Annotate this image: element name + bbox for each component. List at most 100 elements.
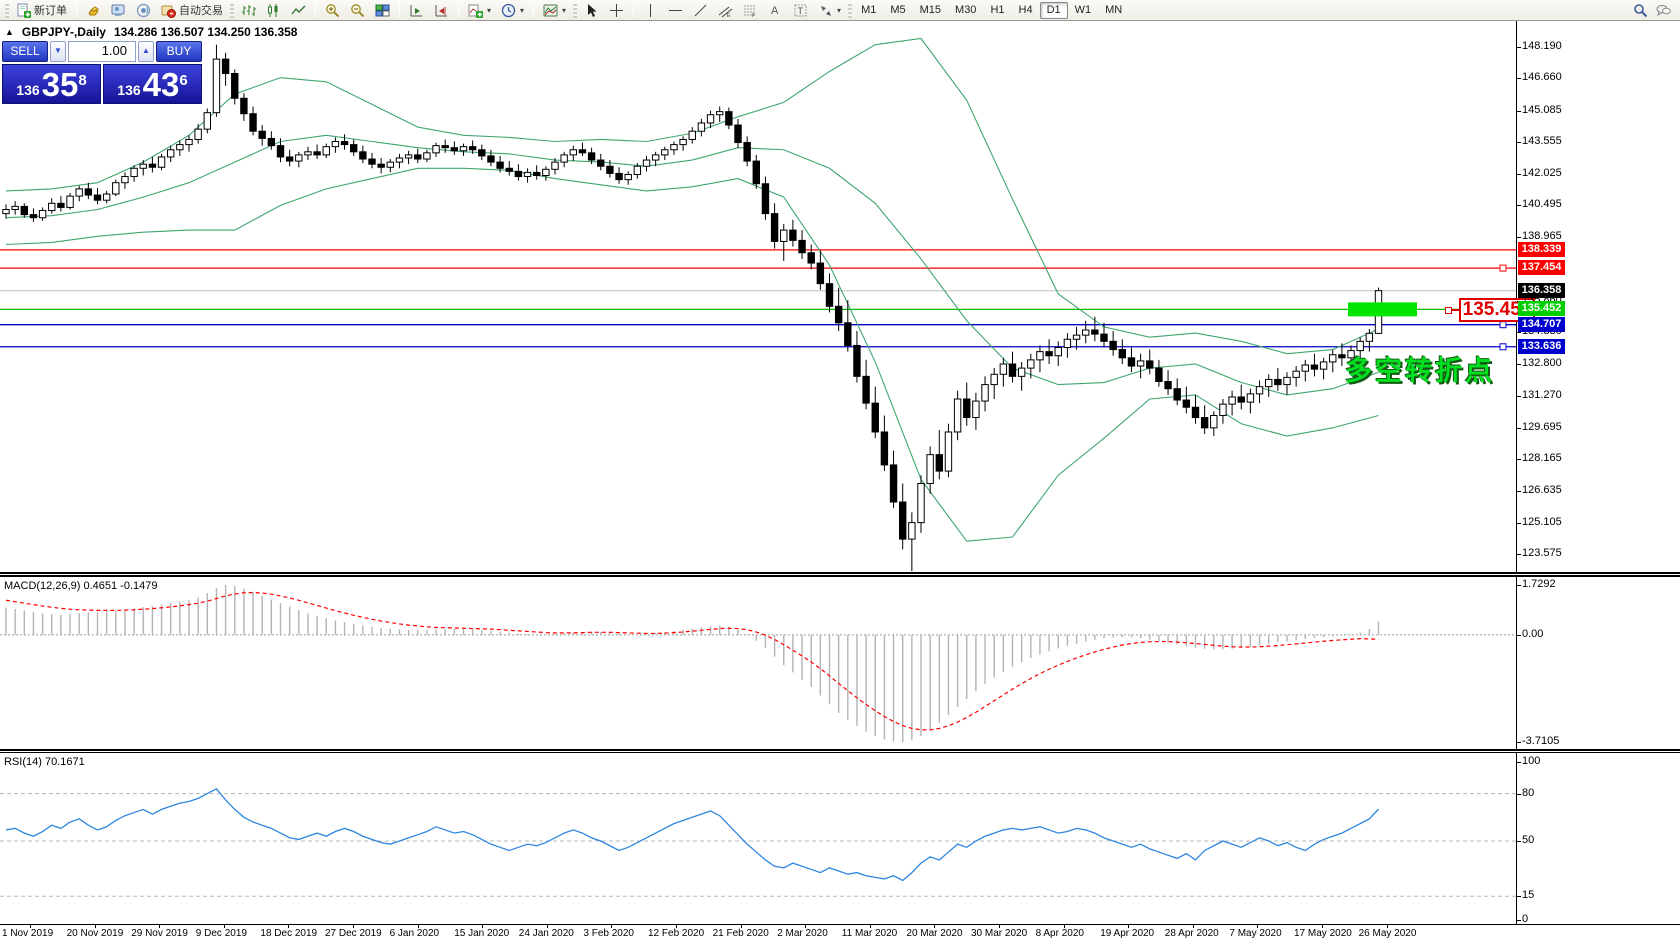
date-tick bbox=[1193, 925, 1194, 928]
date-tick bbox=[611, 925, 612, 928]
rsi-canvas[interactable] bbox=[0, 753, 1517, 924]
date-label: 6 Jan 2020 bbox=[390, 928, 440, 939]
date-tick bbox=[741, 925, 742, 928]
date-label: 12 Feb 2020 bbox=[648, 928, 704, 939]
date-label: 7 May 2020 bbox=[1229, 928, 1281, 939]
timeframe-button-mn[interactable]: MN bbox=[1098, 2, 1129, 19]
zoom-in-button[interactable] bbox=[320, 1, 345, 19]
timeframe-bar: M1M5M15M30H1H4D1W1MN bbox=[854, 2, 1129, 19]
macd-axis-label: 1.7292 bbox=[1522, 578, 1556, 590]
separator bbox=[399, 3, 400, 18]
market-watch-button[interactable] bbox=[81, 1, 106, 19]
sell-price-pip: 8 bbox=[78, 62, 86, 100]
templates-button[interactable]: ▾ bbox=[538, 1, 571, 19]
date-label: 20 Mar 2020 bbox=[906, 928, 962, 939]
trendline-button[interactable] bbox=[688, 1, 713, 19]
buy-price-big: 43 bbox=[143, 70, 180, 100]
tile-windows-button[interactable] bbox=[370, 1, 395, 19]
toolbar-grip[interactable] bbox=[5, 3, 9, 18]
vertical-line-button[interactable] bbox=[638, 1, 663, 19]
dropdown-caret: ▾ bbox=[837, 6, 841, 15]
timeframe-button-m1[interactable]: M1 bbox=[854, 2, 883, 19]
bar-chart-button[interactable] bbox=[236, 1, 261, 19]
price-chart-canvas[interactable] bbox=[0, 21, 1517, 572]
rsi-label: RSI(14) 70.1671 bbox=[4, 756, 85, 768]
fibonacci-button[interactable]: F bbox=[738, 1, 763, 19]
svg-text:T: T bbox=[798, 6, 804, 16]
fibonacci-icon: F bbox=[743, 3, 758, 18]
candlestick-button[interactable] bbox=[261, 1, 286, 19]
crosshair-button[interactable] bbox=[604, 1, 629, 19]
price-badge: 134.707 bbox=[1518, 317, 1565, 332]
date-axis[interactable]: 1 Nov 201920 Nov 201929 Nov 20199 Dec 20… bbox=[0, 924, 1680, 941]
date-tick bbox=[95, 925, 96, 928]
arrow-objects-icon bbox=[818, 3, 833, 18]
dropdown-caret: ▾ bbox=[487, 6, 491, 15]
toolbar-grip[interactable] bbox=[848, 3, 852, 18]
rsi-axis-label: 80 bbox=[1522, 787, 1534, 799]
timeframe-button-m30[interactable]: M30 bbox=[948, 2, 983, 19]
rsi-axis-label: 50 bbox=[1522, 834, 1534, 846]
search-icon[interactable] bbox=[1633, 3, 1648, 18]
date-tick bbox=[224, 925, 225, 928]
svg-text:E: E bbox=[727, 13, 731, 18]
date-tick bbox=[159, 925, 160, 928]
arrows-button[interactable]: ▾ bbox=[813, 1, 846, 19]
svg-text:A: A bbox=[771, 5, 779, 17]
price-tick-label: 126.635 bbox=[1522, 484, 1562, 496]
volume-increase-button[interactable]: ▲ bbox=[138, 41, 154, 62]
timeframe-button-m15[interactable]: M15 bbox=[913, 2, 948, 19]
sell-button[interactable]: SELL bbox=[2, 41, 48, 62]
auto-scroll-icon bbox=[409, 3, 424, 18]
bar-chart-icon bbox=[241, 3, 256, 18]
zoom-out-button[interactable] bbox=[345, 1, 370, 19]
volume-decrease-button[interactable]: ▼ bbox=[50, 41, 66, 62]
price-tick-label: 142.025 bbox=[1522, 167, 1562, 179]
timeframe-button-d1[interactable]: D1 bbox=[1040, 2, 1068, 19]
timeframe-button-w1[interactable]: W1 bbox=[1068, 2, 1099, 19]
buy-price-quote[interactable]: 136 43 6 bbox=[103, 64, 202, 104]
new-order-button[interactable]: 新订单 bbox=[11, 1, 72, 19]
chart-shift-button[interactable] bbox=[429, 1, 454, 19]
date-label: 2 Mar 2020 bbox=[777, 928, 828, 939]
rsi-panel: RSI(14) 70.1671 1008050150 bbox=[0, 753, 1680, 924]
line-chart-icon bbox=[291, 3, 306, 18]
macd-canvas[interactable] bbox=[0, 577, 1517, 749]
volume-input[interactable]: 1.00 bbox=[68, 41, 136, 62]
timeframe-button-h1[interactable]: H1 bbox=[983, 2, 1011, 19]
buy-button[interactable]: BUY bbox=[156, 41, 202, 62]
macd-panel: MACD(12,26,9) 0.4651 -0.1479 1.72920.00-… bbox=[0, 577, 1680, 749]
buy-price-pip: 6 bbox=[179, 62, 187, 100]
date-label: 21 Feb 2020 bbox=[713, 928, 769, 939]
periods-button[interactable]: ▾ bbox=[496, 1, 529, 19]
terminal-button[interactable] bbox=[106, 1, 131, 19]
auto-trading-icon bbox=[161, 3, 176, 18]
line-chart-button[interactable] bbox=[286, 1, 311, 19]
horizontal-line-button[interactable] bbox=[663, 1, 688, 19]
chat-icon[interactable] bbox=[1656, 3, 1671, 18]
toolbar-grip[interactable] bbox=[573, 3, 577, 18]
date-tick bbox=[1064, 925, 1065, 928]
date-tick bbox=[288, 925, 289, 928]
sell-price-quote[interactable]: 136 35 8 bbox=[2, 64, 101, 104]
auto-trading-button[interactable]: 自动交易 bbox=[156, 1, 228, 19]
cursor-button[interactable] bbox=[579, 1, 604, 19]
buy-price-prefix: 136 bbox=[117, 80, 140, 100]
text-label-button[interactable]: T bbox=[788, 1, 813, 19]
date-tick bbox=[1387, 925, 1388, 928]
tile-windows-icon bbox=[375, 3, 390, 18]
trendline-icon bbox=[693, 3, 708, 18]
new-order-icon bbox=[16, 3, 31, 18]
auto-scroll-button[interactable] bbox=[404, 1, 429, 19]
broadcast-button[interactable] bbox=[131, 1, 156, 19]
price-tick-label: 138.965 bbox=[1522, 230, 1562, 242]
date-tick bbox=[353, 925, 354, 928]
text-button[interactable]: A bbox=[763, 1, 788, 19]
timeframe-button-h4[interactable]: H4 bbox=[1012, 2, 1040, 19]
monitor-icon bbox=[111, 3, 126, 18]
candlestick-icon bbox=[266, 3, 281, 18]
indicators-button[interactable]: ▾ bbox=[463, 1, 496, 19]
toolbar-grip[interactable] bbox=[230, 3, 234, 18]
timeframe-button-m5[interactable]: M5 bbox=[883, 2, 912, 19]
equidistant-channel-button[interactable]: E bbox=[713, 1, 738, 19]
